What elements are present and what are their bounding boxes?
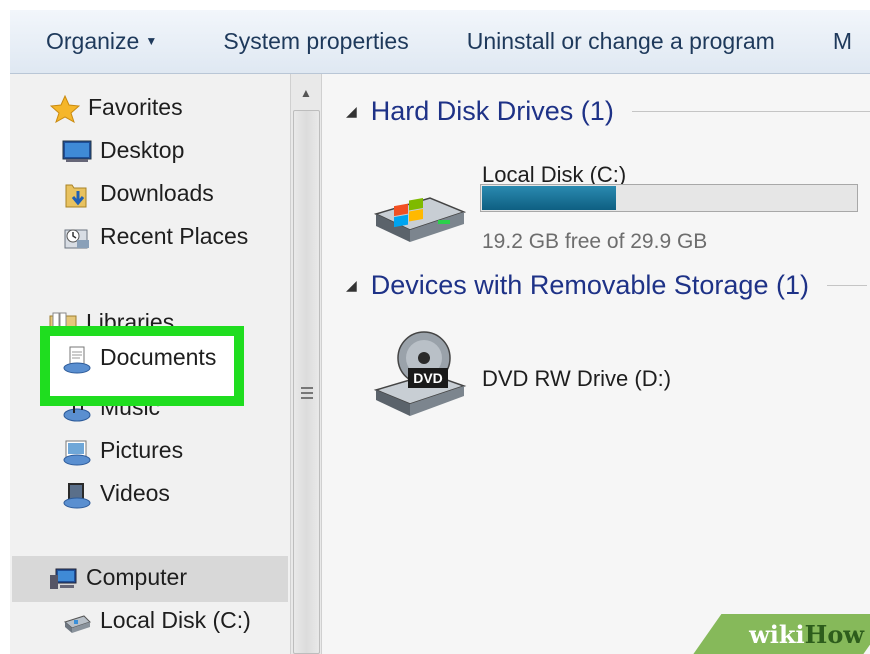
content-pane: ◢ Hard Disk Drives (1) Local Disk (C:) 1… — [322, 74, 870, 654]
computer-icon — [48, 565, 78, 591]
capacity-bar-fill — [482, 186, 616, 210]
hard-disk-group-header[interactable]: ◢ Hard Disk Drives (1) — [346, 96, 870, 127]
dvd-drive-icon: DVD — [373, 331, 467, 416]
removable-group-header[interactable]: ◢ Devices with Removable Storage (1) — [346, 270, 867, 301]
group-divider — [826, 285, 867, 286]
collapse-triangle-icon: ◢ — [346, 103, 357, 119]
nav-desktop-label: Desktop — [100, 137, 185, 163]
local-disk-free-space: 19.2 GB free of 29.9 GB — [482, 230, 708, 253]
recent-places-icon — [62, 224, 92, 250]
nav-recent-places-label: Recent Places — [100, 223, 249, 249]
nav-computer-label: Computer — [86, 564, 187, 590]
nav-favorites-label: Favorites — [88, 94, 183, 120]
downloads-folder-icon — [62, 181, 92, 207]
nav-desktop[interactable]: Desktop — [62, 137, 184, 164]
pictures-library-icon — [62, 438, 92, 465]
uninstall-program-button[interactable]: Uninstall or change a program — [427, 28, 793, 55]
watermark-how-text: How — [804, 620, 864, 649]
nav-documents[interactable]: Documents — [62, 344, 217, 373]
hard-disk-icon — [373, 197, 467, 242]
nav-pictures-label: Pictures — [100, 437, 184, 463]
group-divider — [631, 111, 870, 112]
toolbar-overflow-button[interactable]: M — [793, 28, 870, 55]
scroll-up-arrow-icon[interactable]: ▲ — [291, 80, 321, 106]
nav-videos-label: Videos — [100, 480, 170, 506]
documents-highlight-box: Documents — [40, 326, 244, 406]
nav-downloads-label: Downloads — [100, 180, 214, 206]
command-toolbar: Organize ▼ System properties Uninstall or… — [10, 10, 870, 74]
system-properties-button[interactable]: System properties — [205, 28, 426, 55]
nav-local-disk[interactable]: Local Disk (C:) — [62, 607, 251, 634]
nav-recent-places[interactable]: Recent Places — [62, 223, 248, 250]
nav-documents-label: Documents — [100, 344, 217, 370]
organize-button[interactable]: Organize ▼ — [10, 28, 175, 55]
removable-group-label: Devices with Removable Storage (1) — [370, 270, 809, 300]
grip-icon — [301, 387, 313, 399]
nav-downloads[interactable]: Downloads — [62, 180, 214, 207]
watermark-wiki-text: wiki — [749, 620, 805, 649]
dvd-drive-name: DVD RW Drive (D:) — [482, 366, 672, 391]
explorer-window: Organize ▼ System properties Uninstall or… — [10, 10, 870, 654]
capacity-bar — [480, 184, 858, 212]
hard-disk-group-label: Hard Disk Drives (1) — [370, 96, 614, 126]
wikihow-watermark: wikiHow — [670, 614, 870, 654]
local-disk-icon — [62, 608, 92, 634]
nav-videos[interactable]: Videos — [62, 480, 170, 508]
collapse-triangle-icon: ◢ — [346, 277, 357, 293]
star-icon — [49, 94, 81, 123]
nav-favorites[interactable]: Favorites — [49, 94, 183, 123]
videos-library-icon — [62, 481, 92, 508]
dropdown-caret-icon: ▼ — [145, 34, 158, 48]
nav-pictures[interactable]: Pictures — [62, 437, 184, 465]
documents-library-icon — [62, 345, 92, 373]
desktop-icon — [62, 138, 92, 164]
nav-computer[interactable]: Computer — [48, 564, 187, 591]
nav-local-disk-label: Local Disk (C:) — [100, 607, 251, 633]
scrollbar-thumb[interactable] — [293, 110, 320, 654]
dvd-badge: DVD — [413, 370, 443, 386]
nav-pane-scrollbar[interactable]: ▲ — [290, 74, 322, 654]
